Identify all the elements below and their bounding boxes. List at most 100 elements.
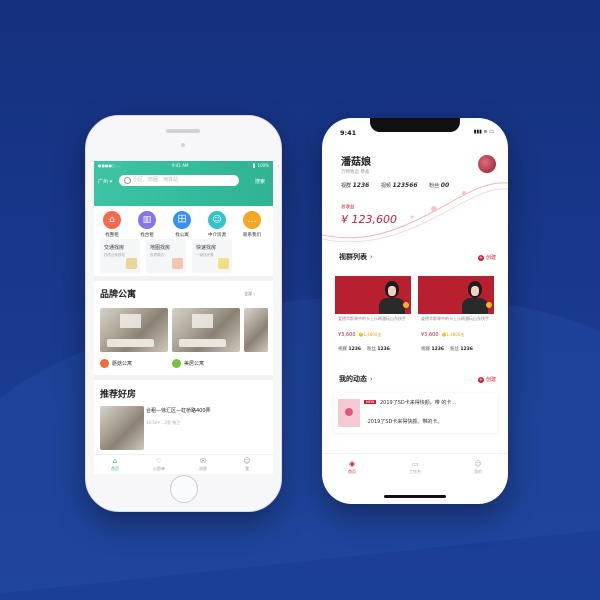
feature-card-quick[interactable]: 快速找房 一键找房源 <box>192 239 232 273</box>
tab-label: 心愿单 <box>153 466 165 471</box>
new-badge: NEW <box>364 400 377 404</box>
tab-me[interactable]: ☺ 我 <box>232 457 262 472</box>
section-title-text: 我的动态 <box>339 375 367 383</box>
chevron-right-icon: › <box>370 375 373 383</box>
quick-icon-apartment[interactable]: 田 找公寓 <box>166 211 198 238</box>
video-thumbnail <box>335 276 411 314</box>
stat-value: 1236 <box>348 347 361 352</box>
video-section-title[interactable]: 视群列表 › <box>339 252 373 262</box>
tab-label: 首页 <box>111 466 119 471</box>
house-icon <box>218 258 229 269</box>
gold-value: 🪙1,4800金 <box>358 332 382 337</box>
divider <box>94 375 273 380</box>
tab-wishlist[interactable]: ♡ 心愿单 <box>144 457 174 472</box>
city-selector[interactable]: 广州 ▾ <box>98 178 112 185</box>
post-thumbnail <box>338 399 360 427</box>
house-icon: ⌂ <box>103 211 121 229</box>
profile-subtitle: 万物致远·恭喜 <box>341 170 370 175</box>
leaf-icon <box>172 359 181 368</box>
feature-card-transit[interactable]: 交通找房 找附近地铁站 <box>100 239 140 273</box>
tab-label: 首页 <box>348 469 356 474</box>
person-icon: ☺ <box>474 460 482 468</box>
badge-icon <box>403 302 409 308</box>
stat-label: 粉丝 <box>366 347 376 352</box>
dynamic-post[interactable]: NEW 2019了SD卡来得快颜。带 的卡… ·2019了SD卡来得快颜。带的卡… <box>334 393 497 433</box>
battery: ▌ 100% <box>253 163 269 168</box>
plus-icon: + <box>477 254 484 261</box>
badge-icon <box>486 302 492 308</box>
video-thumbnail <box>418 276 494 314</box>
video-description: 爱德华斯琴中的卡上乐刷潘玩山东快手 <box>421 316 489 321</box>
listing-title[interactable]: 合租—徐汇区—虹桥路400弄 <box>146 407 211 414</box>
tab-home[interactable]: ◉ 首页 <box>337 460 367 475</box>
feature-card-map[interactable]: 地图找房 查看周边 <box>146 239 186 273</box>
create-post-button[interactable]: + 创建 <box>477 376 496 383</box>
heart-icon: ♡ <box>155 457 163 465</box>
quick-icon-shared-rent[interactable]: ▥ 找合租 <box>131 211 163 238</box>
tab-home[interactable]: ⌂ 首页 <box>100 457 130 472</box>
post-line-1: 2019了SD卡来得快颜。带 的卡… <box>380 400 457 406</box>
listing-photo[interactable] <box>100 406 144 450</box>
earnings-label: 总收益 <box>341 205 355 210</box>
feature-card-subtitle: 找附近地铁站 <box>104 253 125 257</box>
feature-card-title: 地图找房 <box>150 245 171 251</box>
home-icon: ◉ <box>348 460 356 468</box>
profile-name: 潘菇娘 <box>341 157 371 168</box>
notch <box>370 118 460 132</box>
feature-cards: 交通找房 找附近地铁站 地图找房 查看周边 快速找房 一键找房源 <box>100 239 270 277</box>
apartment-photo[interactable] <box>172 308 240 352</box>
search-input[interactable]: 小区、商圈、地铁站 <box>119 175 239 186</box>
carrier: ●●●●○ ... <box>98 163 121 168</box>
mushroom-icon <box>100 359 109 368</box>
tab-messages[interactable]: ✉ 消息 <box>188 457 218 472</box>
earnings-value: ¥ 123,600 <box>341 213 397 226</box>
tab-workbench[interactable]: ▭ 工作台 <box>400 460 430 475</box>
brand-more-link[interactable]: 全部 › <box>244 291 255 297</box>
search-placeholder: 小区、商圈、地铁站 <box>133 177 179 183</box>
home-button[interactable] <box>170 475 198 503</box>
video-description: 爱德华斯琴中的卡上乐刷潘玩山东快手 <box>338 316 406 321</box>
dynamic-section-title[interactable]: 我的动态 › <box>339 374 373 384</box>
signal-wifi-battery-icon: ▮▮▮ ≋ ▭ <box>473 129 494 135</box>
video-card[interactable]: 爱德华斯琴中的卡上乐刷潘玩山东快手 ¥3,600 🪙1,4800金 视群 1236… <box>418 276 494 360</box>
quick-icon-label: 找整租 <box>105 233 119 238</box>
search-icon <box>124 177 131 184</box>
monitor-icon: ▭ <box>411 460 419 468</box>
quick-icon-label: 找公寓 <box>175 233 189 238</box>
stat-value: 123566 <box>392 182 418 189</box>
brand-logo-mogu[interactable]: 蘑菇公寓 <box>100 359 132 368</box>
apartment-photo[interactable] <box>244 308 268 352</box>
create-video-group-button[interactable]: + 创建 <box>477 254 496 261</box>
building-icon: ▥ <box>138 211 156 229</box>
plus-icon: + <box>477 376 484 383</box>
tab-mine[interactable]: ☺ 我的 <box>463 460 493 475</box>
stat-label: 视频 <box>380 183 391 189</box>
phone-left: ●●●●○ ... 9:41 AM ▌ 100% 广州 ▾ 小区、商圈、地铁站 … <box>85 115 282 512</box>
feature-card-title: 快速找房 <box>196 245 217 251</box>
feature-card-title: 交通找房 <box>104 245 125 251</box>
quick-icon-label: 找合租 <box>140 233 154 238</box>
chevron-right-icon: › <box>370 253 373 261</box>
stat-label: 粉丝 <box>449 347 459 352</box>
home-indicator[interactable] <box>384 495 446 498</box>
brand-logo-meiju[interactable]: 美居公寓 <box>172 359 204 368</box>
quick-icon-whole-rent[interactable]: ⌂ 找整租 <box>96 211 128 238</box>
tab-label: 工作台 <box>409 469 421 474</box>
quick-icon-contact[interactable]: … 联系我们 <box>236 211 268 238</box>
apartment-photo[interactable] <box>100 308 168 352</box>
create-label: 创建 <box>485 255 496 261</box>
avatar[interactable] <box>478 155 496 173</box>
section-title-text: 视群列表 <box>339 253 367 261</box>
video-card[interactable]: 爱德华斯琴中的卡上乐刷潘玩山东快手 ¥3,600 🪙1,4800金 视群 1236… <box>335 276 411 360</box>
feature-card-subtitle: 查看周边 <box>150 253 164 257</box>
quick-icon-agency[interactable]: ☺ 中介房源 <box>201 211 233 238</box>
tab-label: 我 <box>245 466 249 471</box>
stat-value: 1236 <box>352 182 370 189</box>
profile-stats: 视群 1236 视频 123566 粉丝 00 <box>341 182 459 189</box>
search-button[interactable]: 搜索 <box>255 178 265 185</box>
post-line-2: ·2019了SD卡来得快颜。带的卡。 <box>366 419 443 425</box>
video-price: ¥3,600 🪙1,4800金 <box>421 332 464 338</box>
feature-card-subtitle: 一键找房源 <box>196 253 214 257</box>
divider <box>94 276 273 281</box>
message-icon: ✉ <box>200 457 206 465</box>
